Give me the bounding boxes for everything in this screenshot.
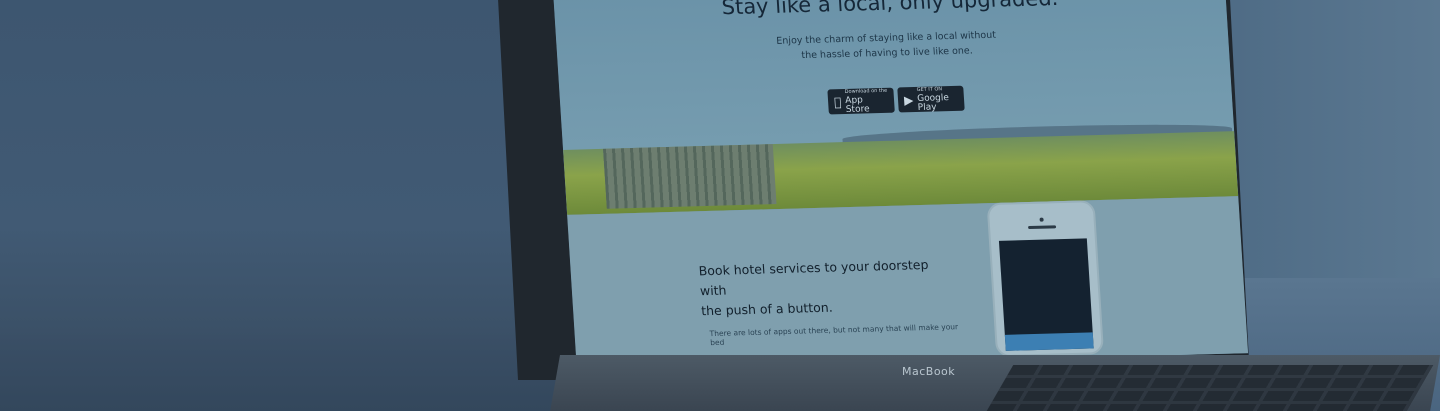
app-store-main-label: App Store: [838, 96, 883, 115]
hero-title: Stay like a local, only upgraded.: [720, 0, 1059, 20]
apple-icon: : [834, 95, 842, 109]
laptop-keyboard: [986, 365, 1434, 411]
google-play-label: GET IT ON Google Play: [916, 85, 958, 113]
vineyard-rows: [602, 144, 777, 209]
phone-camera: [1039, 217, 1044, 222]
app-store-button[interactable]:  Download on the App Store: [827, 87, 895, 115]
laptop-screen: Stay like a local, only upgraded. Enjoy …: [553, 0, 1249, 372]
google-play-main-label: Google Play: [916, 93, 950, 113]
features-section: Book hotel services to your doorstep wit…: [567, 196, 1249, 372]
laptop-brand-label: MacBook: [902, 365, 956, 378]
phone-speaker: [1028, 225, 1057, 230]
features-body: There are lots of apps out there, but no…: [709, 322, 959, 348]
features-heading: Book hotel services to your doorstep wit…: [698, 254, 961, 321]
google-play-button[interactable]: ▶ GET IT ON Google Play: [897, 85, 965, 113]
phone-mockup: [986, 200, 1105, 358]
hero-subtitle: Enjoy the charm of staying like a local …: [756, 27, 1018, 64]
hero-section: Stay like a local, only upgraded. Enjoy …: [553, 0, 1239, 215]
app-store-label: Download on the App Store: [844, 87, 888, 115]
phone-screen-bar: [1004, 332, 1094, 351]
google-play-icon: ▶: [903, 92, 914, 107]
